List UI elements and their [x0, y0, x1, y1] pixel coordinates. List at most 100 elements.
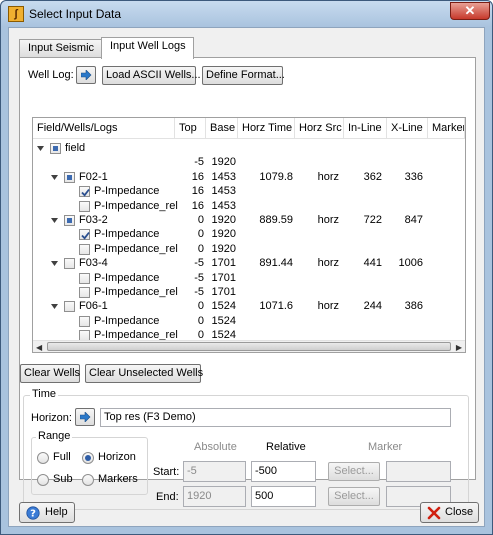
column-header-top[interactable]: Top [175, 118, 206, 139]
expand-arrow-icon[interactable] [50, 173, 59, 182]
range-horizon-radio[interactable] [82, 452, 94, 464]
tree-row-log[interactable]: P-Impedance_rel -5 1701 [33, 285, 465, 299]
column-header-inline[interactable]: In-Line [344, 118, 387, 139]
load-ascii-wells-button[interactable]: Load ASCII Wells... [102, 66, 201, 85]
tree-row-log[interactable]: P-Impedance 0 1524 [33, 314, 465, 328]
row-name: F03-2 [79, 214, 108, 226]
row-name: P-Impedance_rel [94, 199, 178, 212]
start-marker-field[interactable] [386, 461, 451, 482]
expand-arrow-icon[interactable] [36, 144, 45, 153]
cell-base: 1453 [211, 199, 236, 212]
start-absolute-field[interactable]: -5 [183, 461, 246, 482]
define-format-button[interactable]: Define Format... [202, 66, 285, 85]
check-icon [81, 189, 90, 197]
row-checkbox[interactable] [79, 272, 90, 284]
row-checkbox[interactable] [79, 243, 90, 255]
cell-top: 0 [197, 242, 204, 255]
range-horizon-label[interactable]: Horizon [98, 451, 136, 463]
cell-top: -5 [194, 257, 204, 270]
expand-arrow-icon[interactable] [50, 302, 59, 311]
cell-top: 16 [191, 170, 204, 183]
scroll-right-icon[interactable]: ▶ [456, 343, 462, 352]
tree-row-log[interactable]: P-Impedance -5 1701 [33, 271, 465, 285]
row-name: F02-1 [79, 170, 108, 183]
cell-base: 1920 [211, 228, 236, 241]
cell-top: -5 [194, 286, 204, 298]
row-name: F03-4 [79, 257, 108, 270]
range-markers-label[interactable]: Markers [98, 473, 138, 485]
column-header-marker-t[interactable]: Marker-T [428, 118, 465, 139]
title-bar[interactable]: ʃ Select Input Data ✕ [1, 1, 492, 27]
dialog-window: ʃ Select Input Data ✕ Input Seismic Inpu… [0, 0, 493, 535]
tree-row-log[interactable]: P-Impedance_rel 0 1920 [33, 242, 465, 256]
scrollbar-thumb[interactable] [47, 342, 451, 351]
column-header-base[interactable]: Base [206, 118, 238, 139]
tab-input-seismic[interactable]: Input Seismic [19, 39, 102, 58]
column-header-horz-time[interactable]: Horz Time [238, 118, 295, 139]
row-checkbox[interactable] [79, 200, 90, 212]
cell-base: 1524 [211, 300, 236, 313]
row-checkbox[interactable] [79, 229, 90, 241]
row-checkbox[interactable] [50, 143, 61, 154]
help-button[interactable]: ? Help [19, 502, 75, 523]
row-checkbox[interactable] [64, 215, 75, 226]
cell-horz-src: horz [317, 300, 339, 313]
tree-row-well[interactable]: F06-1 0 1524 1071.6 horz 244 386 [33, 299, 465, 313]
well-log-arrow-button[interactable] [76, 66, 96, 84]
end-marker-select-button[interactable]: Select... [328, 487, 380, 506]
row-checkbox[interactable] [79, 315, 90, 327]
row-name: P-Impedance_rel [94, 286, 178, 298]
range-sub-label[interactable]: Sub [53, 473, 73, 485]
tree-row-log[interactable]: P-Impedance 0 1920 [33, 227, 465, 241]
horizon-field[interactable]: Top res (F3 Demo) [100, 408, 451, 427]
range-full-label[interactable]: Full [53, 451, 71, 463]
scroll-left-icon[interactable]: ◀ [36, 343, 42, 352]
range-markers-radio[interactable] [82, 474, 94, 486]
window-close-icon[interactable]: ✕ [450, 2, 490, 20]
tree-row-well[interactable]: F02-1 16 1453 1079.8 horz 362 336 [33, 170, 465, 184]
cell-xline: 847 [404, 214, 423, 226]
cell-top: -5 [194, 271, 204, 284]
column-header-horz-src[interactable]: Horz Src [295, 118, 344, 139]
column-header-name[interactable]: Field/Wells/Logs [33, 118, 175, 139]
check-icon [81, 232, 90, 240]
expand-arrow-icon[interactable] [50, 259, 59, 268]
clear-wells-button[interactable]: Clear Wells [20, 364, 80, 383]
start-relative-field[interactable]: -500 [251, 461, 316, 482]
range-full-radio[interactable] [37, 452, 49, 464]
absolute-header: Absolute [194, 441, 237, 453]
range-sub-radio[interactable] [37, 474, 49, 486]
close-button[interactable]: Close [420, 502, 479, 523]
row-name: P-Impedance_rel [94, 242, 178, 255]
cell-base: 1920 [211, 214, 236, 226]
time-group-title: Time [30, 388, 59, 400]
row-checkbox[interactable] [79, 287, 90, 298]
cell-horz-time: 1071.6 [259, 300, 293, 313]
window-title: Select Input Data [29, 7, 122, 21]
cell-top: 0 [197, 300, 204, 313]
tree-row-log[interactable]: P-Impedance_rel 16 1453 [33, 199, 465, 213]
row-checkbox[interactable] [64, 171, 75, 183]
row-checkbox[interactable] [64, 301, 75, 313]
cell-base: 1920 [211, 242, 236, 255]
help-icon: ? [26, 506, 40, 520]
horizon-arrow-button[interactable] [75, 408, 95, 426]
horizontal-scrollbar[interactable]: ◀ ▶ [33, 340, 465, 352]
start-marker-select-button[interactable]: Select... [328, 462, 380, 481]
clear-unselected-wells-button[interactable]: Clear Unselected Wells [85, 364, 203, 383]
end-relative-field[interactable]: 500 [251, 486, 316, 507]
tree-row-field[interactable]: field [33, 141, 465, 155]
row-checkbox[interactable] [79, 186, 90, 198]
cell-top: -5 [194, 156, 204, 169]
tree-row-well[interactable]: F03-2 0 1920 889.59 horz 722 847 [33, 213, 465, 227]
cell-base: 1453 [211, 185, 236, 198]
tree-row-well[interactable]: F03-4 -5 1701 891.44 horz 441 1006 [33, 256, 465, 270]
tree-row-log[interactable]: P-Impedance 16 1453 [33, 184, 465, 198]
expand-arrow-icon[interactable] [50, 216, 59, 225]
row-checkbox[interactable] [64, 258, 75, 270]
column-header-xline[interactable]: X-Line [387, 118, 428, 139]
tree-row-field[interactable]: -5 1920 [33, 155, 465, 169]
end-absolute-field[interactable]: 1920 [183, 486, 246, 507]
wells-tree-table[interactable]: Field/Wells/Logs Top Base Horz Time Horz… [32, 117, 466, 353]
tab-input-well-logs[interactable]: Input Well Logs [101, 37, 194, 59]
